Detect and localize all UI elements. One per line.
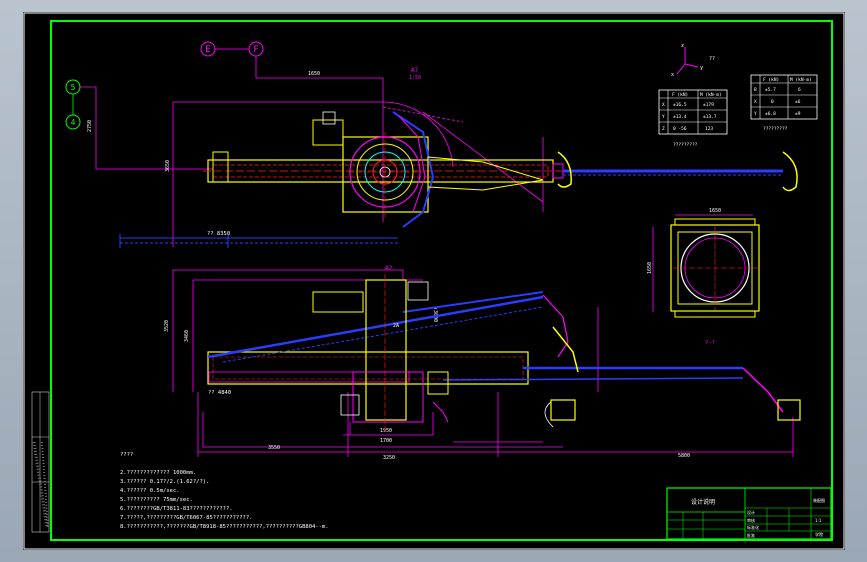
table-right-r0c0: B: [754, 87, 757, 93]
dim-arm: 2A: [393, 323, 399, 329]
table-right-r2c2: ±9: [795, 111, 801, 117]
label-section: ?-?: [705, 340, 715, 346]
dim-front-left2: 3460: [184, 330, 190, 342]
note-line: 2.????????????? 1000mm.: [120, 470, 196, 476]
table-right-r1c0: X: [754, 99, 757, 105]
dim-top-width: 1650: [308, 71, 320, 77]
title-block-row: 审核: [747, 517, 755, 523]
label-8350: ?? 8350: [207, 231, 230, 237]
view-label-front: A2: [385, 265, 393, 272]
table-left-r2c0: Z: [662, 126, 665, 132]
dim-bottom-right: 5800: [678, 453, 690, 459]
dim-box-h: 1650: [647, 262, 653, 274]
section-view: [652, 214, 760, 318]
table-right-r1c1: 0: [771, 99, 774, 105]
note-line: 7.?????,?????????GB/T6067-85???????????.: [120, 515, 252, 521]
dim-8350: [119, 234, 398, 248]
title-block-drawing-no: 装配图: [813, 497, 825, 503]
table-right-r2c1: ±6.8: [765, 111, 776, 117]
top-view-arm: [203, 151, 798, 192]
title-block-company: 学院: [815, 531, 823, 537]
coord-caption: ??: [709, 56, 715, 62]
dim-left-mid: 3650: [165, 160, 171, 172]
tech-notes: 2.????????????? 1000mm. 3.?????? 0.17?/2…: [120, 470, 329, 530]
dim-front-left: 3520: [164, 320, 170, 332]
view-sub-top: 1:50: [409, 75, 421, 81]
note-line: 5.?????????? 75mm/sec.: [120, 497, 193, 503]
table-left-h2: M (kN·m): [700, 92, 722, 98]
table-left-r1c0: Y: [662, 114, 665, 120]
table-left-r0c0: X: [662, 102, 665, 108]
table-left-r2c1: 0 -56: [673, 126, 687, 132]
table-left-r0c2: ±179: [703, 102, 714, 108]
grid-ref-e: E: [205, 45, 210, 55]
table-right-caption: ?????????: [763, 126, 788, 132]
coord-axis-y: y: [700, 65, 703, 71]
table-right-r1c2: ±6: [795, 99, 801, 105]
dim-bottom-left: 3550: [268, 445, 280, 451]
dim-left-top: 2750: [87, 120, 93, 132]
table-left-r2c2: 123: [705, 126, 713, 132]
label-4840: ?? 4840: [208, 390, 231, 396]
table-left-r1c1: ±13.4: [673, 114, 687, 120]
table-left-h1: F (kN): [672, 92, 688, 98]
grid-refs: E F 5 4: [65, 41, 264, 130]
title-block-title: 设计说明: [691, 498, 715, 506]
note-line: 8.???????????,???????GB/T8918-85????????…: [120, 524, 329, 530]
table-right-r2c0: Y: [754, 111, 757, 117]
coord-symbol: [676, 47, 699, 75]
table-left-r0c1: ±16.5: [673, 102, 687, 108]
grid-ref-f: F: [253, 45, 258, 55]
left-revision-strip: [31, 391, 50, 533]
note-line: 4.?????? 0.5m/sec.: [120, 488, 180, 494]
coord-axis-z: z: [681, 43, 684, 49]
drawing-sheet: E F 5 4 1650 A7 1:50 2750 3650 ?? 8350 A…: [23, 12, 845, 550]
dim-base-1: 1950: [380, 428, 392, 434]
table-right-r0c1: ±5.7: [765, 87, 776, 93]
dim-front-vert: ↑3000: [432, 307, 438, 322]
title-block-row: 标准化: [747, 524, 759, 530]
note-line: 3.?????? 0.17?/2.(1.62?/?).: [120, 479, 209, 485]
table-right-h1: F (kN): [763, 77, 779, 83]
tech-notes-title: ????: [120, 452, 133, 458]
table-right-r0c2: 6: [798, 87, 801, 93]
coord-axis-x: x: [671, 72, 674, 78]
cad-drawing: E F 5 4 1650 A7 1:50 2750 3650 ?? 8350 A…: [23, 12, 845, 550]
dim-bottom-mid: 3250: [383, 455, 395, 461]
dim-base-2: 1700: [380, 438, 392, 444]
title-block-row: 设计: [747, 509, 755, 515]
grid-ref-5: 5: [71, 83, 76, 92]
view-label-top: A7: [411, 67, 419, 74]
title-block-sheet: 1:1: [815, 518, 822, 523]
note-line: 6.????????GB/T3811-83????????????.: [120, 506, 233, 512]
top-view-hub: [312, 111, 544, 228]
table-left-r1c2: ±13.7: [703, 114, 717, 120]
dim-box-w: 1650: [709, 208, 721, 214]
title-block-row: 批准: [747, 532, 755, 538]
top-view-dimensions: [80, 77, 544, 247]
table-left-caption: ?????????: [673, 142, 698, 148]
table-right-h2: M (kN·m): [790, 77, 812, 83]
grid-ref-4: 4: [71, 118, 76, 127]
